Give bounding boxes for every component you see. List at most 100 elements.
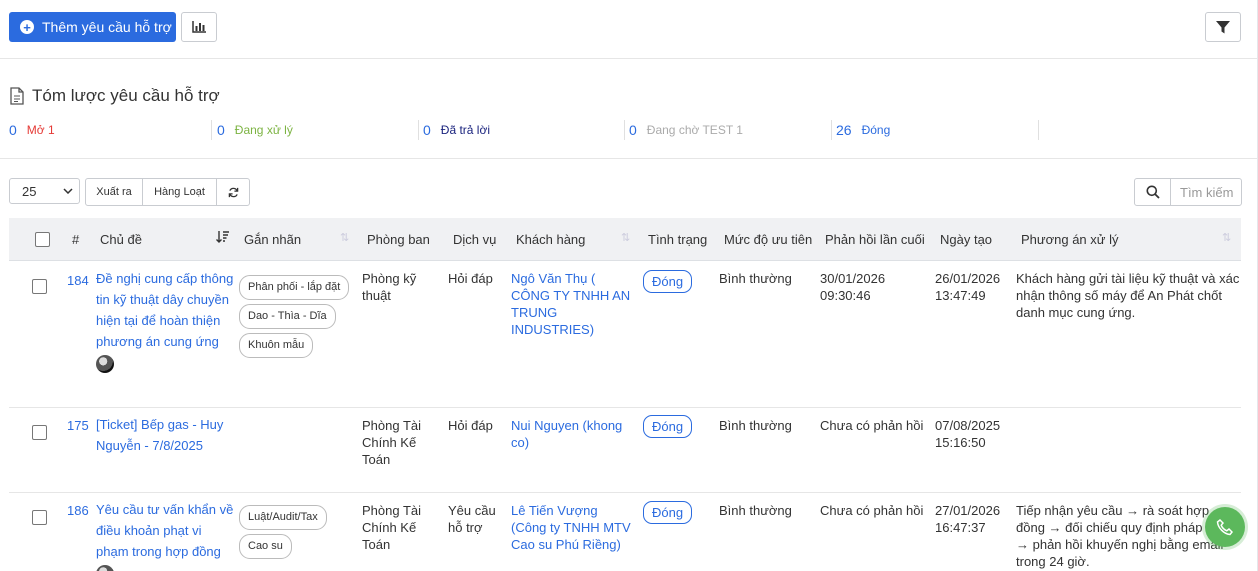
ticket-subject-link[interactable]: [Ticket] Bếp gas - Huy Nguyễn - 7/8/2025 xyxy=(96,414,236,456)
divider xyxy=(831,120,832,140)
stat-label: Đang xử lý xyxy=(234,123,293,137)
stat-count: 0 xyxy=(9,122,17,138)
service: Yêu cầu hỗ trợ xyxy=(448,503,496,535)
avatar[interactable] xyxy=(96,355,114,373)
table-row: 175 [Ticket] Bếp gas - Huy Nguyễn - 7/8/… xyxy=(9,408,1241,493)
export-button-group: Xuất ra Hàng Loạt xyxy=(85,178,250,206)
chart-toggle-button[interactable] xyxy=(181,12,217,42)
col-header-last-reply[interactable]: Phản hồi lần cuối xyxy=(825,218,925,261)
bar-chart-icon xyxy=(192,21,206,33)
ticket-list-page: + Thêm yêu cầu hỗ trợ Tóm lược yêu cầu h… xyxy=(0,0,1258,571)
add-ticket-button[interactable]: + Thêm yêu cầu hỗ trợ xyxy=(9,12,176,42)
page-size-value: 25 xyxy=(22,183,37,199)
summary-heading: Tóm lược yêu cầu hỗ trợ xyxy=(10,86,220,106)
sort-icon[interactable]: ⇅ xyxy=(340,231,349,244)
table-row: 186 Yêu cầu tư vấn khẩn về điều khoản ph… xyxy=(9,493,1241,571)
tag[interactable]: Cao su xyxy=(239,534,292,559)
created-date: 27/01/2026 16:47:37 xyxy=(935,503,1001,535)
service: Hỏi đáp xyxy=(448,271,493,286)
col-header-tags[interactable]: Gắn nhãn xyxy=(244,218,301,261)
customer-link[interactable]: Ngô Văn Thụ ( CÔNG TY TNHH AN TRUNG INDU… xyxy=(511,270,636,338)
bulk-action-button[interactable]: Hàng Loạt xyxy=(143,179,217,205)
row-checkbox[interactable] xyxy=(32,510,47,525)
col-header-priority[interactable]: Mức độ ưu tiên xyxy=(724,218,812,261)
col-header-customer[interactable]: Khách hàng xyxy=(516,218,585,261)
divider xyxy=(1038,120,1039,140)
checkbox[interactable] xyxy=(32,279,47,294)
stat-label: Đã trả lời xyxy=(440,123,491,137)
last-reply: Chưa có phản hồi xyxy=(820,503,924,518)
search-input[interactable]: Tìm kiếm xyxy=(1171,179,1241,205)
avatar[interactable] xyxy=(96,565,114,571)
export-button[interactable]: Xuất ra xyxy=(86,179,143,205)
stat-count: 0 xyxy=(629,122,637,138)
row-checkbox[interactable] xyxy=(32,425,47,440)
last-reply: Chưa có phản hồi xyxy=(820,418,924,433)
col-header-subject[interactable]: Chủ đề xyxy=(100,218,142,261)
select-all-checkbox[interactable] xyxy=(35,218,50,261)
row-checkbox[interactable] xyxy=(32,279,47,294)
checkbox[interactable] xyxy=(32,510,47,525)
status-badge: Đóng xyxy=(643,415,693,438)
call-button[interactable] xyxy=(1205,507,1245,547)
priority: Bình thường xyxy=(719,503,792,518)
tags-cell: Luật/Audit/Tax Cao su xyxy=(239,505,354,563)
divider xyxy=(418,120,419,140)
sort-icon[interactable]: ⇅ xyxy=(621,231,630,244)
priority: Bình thường xyxy=(719,418,792,433)
document-icon xyxy=(10,87,24,105)
add-ticket-label: Thêm yêu cầu hỗ trợ xyxy=(42,19,172,35)
ticket-subject-link[interactable]: Yêu cầu tư vấn khẩn về điều khoản phạt v… xyxy=(96,499,236,562)
refresh-button[interactable] xyxy=(217,179,249,205)
department: Phòng kỹ thuật xyxy=(362,271,417,303)
stat-count: 0 xyxy=(423,122,431,138)
department: Phòng Tài Chính Kế Toán xyxy=(362,503,422,552)
ticket-subject-cell: Đề nghị cung cấp thông tin kỹ thuật dây … xyxy=(96,268,236,373)
page-size-select[interactable]: 25 xyxy=(9,178,80,204)
tag[interactable]: Khuôn mẫu xyxy=(239,333,314,358)
col-header-service[interactable]: Dịch vụ xyxy=(453,218,496,261)
tag[interactable]: Dao - Thìa - Dĩa xyxy=(239,304,336,329)
ticket-subject-link[interactable]: Đề nghị cung cấp thông tin kỹ thuật dây … xyxy=(96,268,236,352)
stat-label: Đóng xyxy=(861,123,891,137)
stat-answered[interactable]: 0 Đã trả lời xyxy=(423,120,490,140)
col-header-num[interactable]: # xyxy=(72,218,79,261)
col-header-department[interactable]: Phòng ban xyxy=(367,218,430,261)
customer-link[interactable]: Lê Tiến Vượng (Công ty TNHH MTV Cao su P… xyxy=(511,502,636,553)
tags-cell: Phân phối - lắp đặt Dao - Thìa - Dĩa Khu… xyxy=(239,275,354,362)
status-badge: Đóng xyxy=(643,270,693,293)
refresh-icon xyxy=(228,187,238,197)
col-header-status[interactable]: Tình trạng xyxy=(648,218,707,261)
filter-button[interactable] xyxy=(1205,12,1241,42)
customer-link[interactable]: Nui Nguyen (khong co) xyxy=(511,417,636,451)
stat-waiting[interactable]: 0 Đang chờ TEST 1 xyxy=(629,120,743,140)
stat-in-progress[interactable]: 0 Đang xử lý xyxy=(217,120,293,140)
stat-count: 0 xyxy=(217,122,225,138)
divider xyxy=(0,158,1257,159)
tag[interactable]: Luật/Audit/Tax xyxy=(239,505,327,530)
table-header: # Chủ đề Gắn nhãn ⇅ Phòng ban Dịch vụ Kh… xyxy=(9,218,1241,261)
col-header-solution[interactable]: Phương án xử lý xyxy=(1021,218,1118,261)
ticket-id[interactable]: 186 xyxy=(67,502,89,519)
checkbox[interactable] xyxy=(35,232,50,247)
plus-circle-icon: + xyxy=(20,20,34,34)
table-row: 184 Đề nghị cung cấp thông tin kỹ thuật … xyxy=(9,262,1241,408)
chevron-down-icon xyxy=(63,188,73,194)
checkbox[interactable] xyxy=(32,425,47,440)
tag[interactable]: Phân phối - lắp đặt xyxy=(239,275,350,300)
sort-desc-icon[interactable] xyxy=(216,230,230,244)
stat-closed[interactable]: 26 Đóng xyxy=(836,120,890,140)
search-button[interactable] xyxy=(1135,179,1171,205)
priority: Bình thường xyxy=(719,271,792,286)
col-header-created[interactable]: Ngày tạo xyxy=(940,218,992,261)
stat-label: Đang chờ TEST 1 xyxy=(646,123,743,137)
stat-open[interactable]: 0 Mở 1 xyxy=(9,120,55,140)
department: Phòng Tài Chính Kế Toán xyxy=(362,418,422,467)
ticket-id[interactable]: 175 xyxy=(67,417,89,434)
status-cell: Đóng xyxy=(643,501,693,524)
status-cell: Đóng xyxy=(643,270,693,293)
ticket-id[interactable]: 184 xyxy=(67,272,89,289)
created-date: 26/01/2026 13:47:49 xyxy=(935,271,1001,303)
sort-icon[interactable]: ⇅ xyxy=(1222,231,1231,244)
search-icon xyxy=(1146,185,1160,199)
